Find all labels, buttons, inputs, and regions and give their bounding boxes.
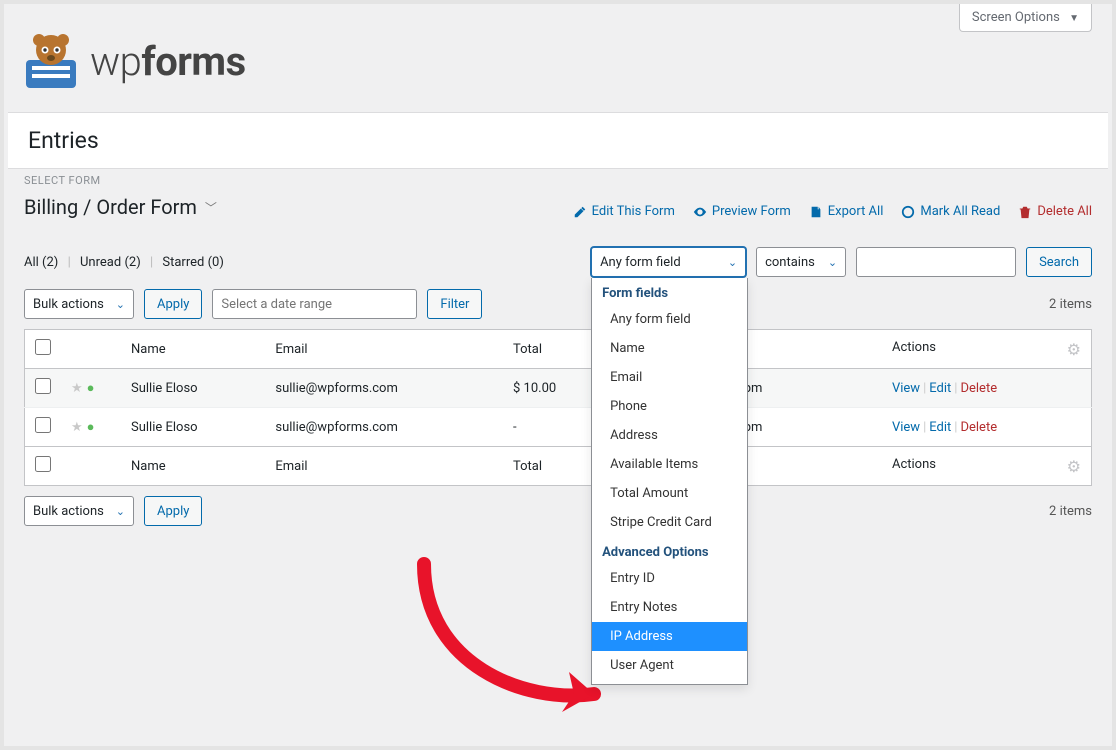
items-count-bottom: 2 items bbox=[1049, 504, 1092, 519]
unread-indicator-icon[interactable]: ● bbox=[87, 381, 95, 396]
dropdown-opt-entry-notes[interactable]: Entry Notes bbox=[592, 593, 747, 622]
dropdown-opt-phone[interactable]: Phone bbox=[592, 392, 747, 421]
dropdown-group-form-fields: Form fields bbox=[592, 278, 747, 305]
search-button[interactable]: Search bbox=[1026, 247, 1092, 277]
gear-icon[interactable]: ⚙ bbox=[1067, 340, 1081, 359]
row-edit[interactable]: Edit bbox=[929, 420, 951, 435]
col-email[interactable]: Email bbox=[265, 330, 503, 369]
filter-button[interactable]: Filter bbox=[427, 289, 482, 319]
bulk-apply-top[interactable]: Apply bbox=[144, 289, 202, 319]
mark-read-link[interactable]: Mark All Read bbox=[901, 204, 1000, 219]
row-edit[interactable]: Edit bbox=[929, 381, 951, 396]
wpforms-mascot-icon bbox=[20, 30, 82, 92]
row-checkbox[interactable] bbox=[35, 417, 51, 433]
dropdown-opt-stripe-credit-card[interactable]: Stripe Credit Card bbox=[592, 508, 747, 537]
tab-unread[interactable]: Unread (2) bbox=[80, 255, 141, 270]
trash-icon bbox=[1018, 205, 1032, 219]
dropdown-opt-email[interactable]: Email bbox=[592, 363, 747, 392]
dropdown-opt-available-items[interactable]: Available Items bbox=[592, 450, 747, 479]
chevron-down-icon: ⌄ bbox=[116, 505, 125, 518]
table-row: ★● Sullie Eloso sullie@wpforms.com $ 10.… bbox=[25, 369, 1092, 408]
unread-indicator-icon[interactable]: ● bbox=[87, 420, 95, 435]
row-delete[interactable]: Delete bbox=[960, 381, 997, 396]
dropdown-opt-user-agent[interactable]: User Agent bbox=[592, 651, 747, 680]
dropdown-opt-total-amount[interactable]: Total Amount bbox=[592, 479, 747, 508]
logo-text: wpforms bbox=[90, 38, 246, 85]
form-selector[interactable]: Billing / Order Form ﹀ bbox=[24, 195, 217, 219]
star-icon[interactable]: ★ bbox=[71, 420, 83, 435]
bulk-actions-select-top[interactable]: Bulk actions ⌄ bbox=[24, 289, 134, 319]
cell-email: sullie@wpforms.com bbox=[265, 369, 503, 408]
search-field-dropdown: Form fields Any form field Name Email Ph… bbox=[591, 278, 748, 685]
bulk-apply-bottom[interactable]: Apply bbox=[144, 496, 202, 526]
form-name: Billing / Order Form bbox=[24, 195, 197, 219]
page-title: Entries bbox=[28, 127, 1088, 154]
export-all-link[interactable]: Export All bbox=[809, 204, 884, 219]
cell-name: Sullie Eloso bbox=[121, 408, 265, 447]
dropdown-opt-address[interactable]: Address bbox=[592, 421, 747, 450]
wpforms-logo: wpforms bbox=[20, 30, 246, 92]
col-actions: Actions⚙ bbox=[882, 330, 1092, 369]
pencil-icon bbox=[573, 205, 587, 219]
status-tabs: All (2) | Unread (2) | Starred (0) bbox=[24, 255, 224, 270]
circle-icon bbox=[901, 205, 915, 219]
cell-name: Sullie Eloso bbox=[121, 369, 265, 408]
cell-email: sullie@wpforms.com bbox=[265, 408, 503, 447]
screen-options-label: Screen Options bbox=[972, 10, 1060, 25]
export-icon bbox=[809, 205, 823, 219]
search-condition-select[interactable]: contains ⌄ bbox=[756, 247, 846, 277]
dropdown-opt-any-form-field[interactable]: Any form field bbox=[592, 305, 747, 334]
entries-table: Name Email Total Date Actions⚙ ★● Sullie… bbox=[24, 329, 1092, 486]
row-delete[interactable]: Delete bbox=[960, 420, 997, 435]
preview-form-link[interactable]: Preview Form bbox=[693, 204, 791, 219]
dropdown-opt-ip-address[interactable]: IP Address bbox=[592, 622, 747, 651]
select-form-label: SELECT FORM bbox=[24, 174, 1092, 187]
tab-all[interactable]: All (2) bbox=[24, 255, 58, 270]
search-field-select[interactable]: Any form field ⌄ Form fields Any form fi… bbox=[591, 247, 746, 277]
chevron-down-icon: ▼ bbox=[1069, 13, 1079, 24]
chevron-down-icon: ﹀ bbox=[205, 199, 217, 216]
select-all-top[interactable] bbox=[35, 339, 51, 355]
chevron-down-icon: ⌄ bbox=[728, 256, 737, 269]
dropdown-opt-entry-id[interactable]: Entry ID bbox=[592, 564, 747, 593]
row-view[interactable]: View bbox=[892, 420, 920, 435]
eye-icon bbox=[693, 205, 707, 219]
items-count-top: 2 items bbox=[1049, 297, 1092, 312]
chevron-down-icon: ⌄ bbox=[116, 298, 125, 311]
edit-form-link[interactable]: Edit This Form bbox=[573, 204, 675, 219]
dropdown-group-advanced: Advanced Options bbox=[592, 537, 747, 564]
col-email[interactable]: Email bbox=[265, 447, 503, 486]
search-input[interactable] bbox=[856, 247, 1016, 277]
dropdown-opt-name[interactable]: Name bbox=[592, 334, 747, 363]
screen-options-button[interactable]: Screen Options ▼ bbox=[959, 4, 1092, 32]
row-checkbox[interactable] bbox=[35, 378, 51, 394]
table-row: ★● Sullie Eloso sullie@wpforms.com - Aug… bbox=[25, 408, 1092, 447]
delete-all-link[interactable]: Delete All bbox=[1018, 204, 1092, 219]
bulk-actions-select-bottom[interactable]: Bulk actions ⌄ bbox=[24, 496, 134, 526]
gear-icon[interactable]: ⚙ bbox=[1067, 457, 1081, 476]
select-all-bottom[interactable] bbox=[35, 456, 51, 472]
col-name[interactable]: Name bbox=[121, 447, 265, 486]
row-view[interactable]: View bbox=[892, 381, 920, 396]
tab-starred[interactable]: Starred (0) bbox=[162, 255, 224, 270]
chevron-down-icon: ⌄ bbox=[828, 256, 837, 269]
col-name[interactable]: Name bbox=[121, 330, 265, 369]
col-actions: Actions⚙ bbox=[882, 447, 1092, 486]
date-range-input[interactable] bbox=[212, 289, 417, 319]
star-icon[interactable]: ★ bbox=[71, 381, 83, 396]
